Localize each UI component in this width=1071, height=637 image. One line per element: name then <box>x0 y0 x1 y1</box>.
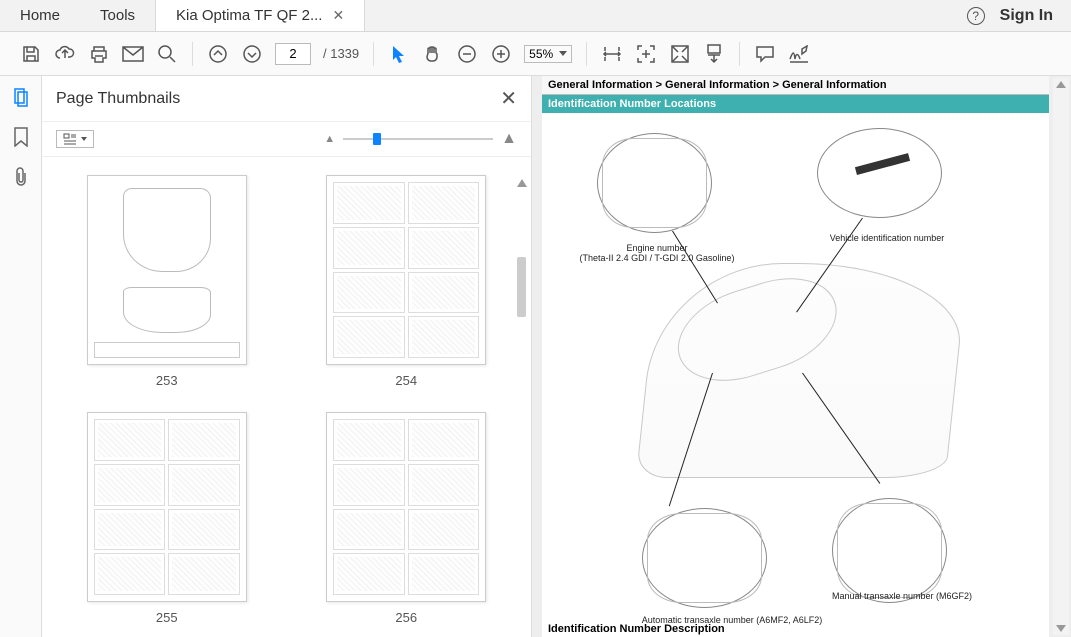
hand-icon[interactable] <box>422 43 444 65</box>
small-thumb-icon: ▲ <box>324 133 335 145</box>
sign-icon[interactable] <box>788 43 810 65</box>
help-icon[interactable]: ? <box>967 7 985 25</box>
thumbnail-size-slider[interactable]: ▲ ▲ <box>324 130 517 148</box>
thumbnail-scrollbar[interactable] <box>517 167 527 637</box>
top-right: ? Sign In <box>967 0 1071 31</box>
callout-engine <box>597 133 712 233</box>
zoom-in-icon[interactable] <box>490 43 512 65</box>
tab-file[interactable]: Kia Optima TF QF 2... ✕ <box>155 0 365 31</box>
pointer-icon[interactable] <box>388 43 410 65</box>
label-manual: Manual transaxle number (M6GF2) <box>817 591 987 601</box>
fit-page-icon[interactable] <box>635 43 657 65</box>
thumbnail-number: 256 <box>395 610 417 625</box>
fullscreen-icon[interactable] <box>669 43 691 65</box>
close-panel-icon[interactable]: ✕ <box>500 86 517 111</box>
thumbnails-rail-icon[interactable] <box>10 86 32 108</box>
tab-tools[interactable]: Tools <box>80 0 155 31</box>
toolbar: / 1339 55% <box>0 32 1071 76</box>
large-thumb-icon: ▲ <box>501 130 517 148</box>
close-icon[interactable]: ✕ <box>332 7 344 24</box>
thumbnail-item[interactable]: 256 <box>302 412 512 625</box>
thumbnail-item[interactable]: 254 <box>302 175 512 388</box>
document-page: General Information > General Informatio… <box>542 76 1049 637</box>
section-title: Identification Number Locations <box>542 95 1049 113</box>
page-number-input[interactable] <box>275 43 311 65</box>
tab-file-label: Kia Optima TF QF 2... <box>176 7 322 24</box>
car-outline <box>647 263 957 478</box>
main: Page Thumbnails ✕ ▲ ▲ 253 <box>0 76 1071 637</box>
thumbnail-item[interactable]: 253 <box>62 175 272 388</box>
thumbnail-panel: Page Thumbnails ✕ ▲ ▲ 253 <box>42 76 532 637</box>
thumbnail-number: 254 <box>395 373 417 388</box>
zoom-select[interactable]: 55% <box>524 45 572 63</box>
tab-home[interactable]: Home <box>0 0 80 31</box>
diagram: Engine number(Theta-II 2.4 GDI / T-GDI 2… <box>542 113 1049 593</box>
panel-title: Page Thumbnails <box>56 90 180 108</box>
sign-in-button[interactable]: Sign In <box>1000 7 1053 25</box>
breadcrumb: General Information > General Informatio… <box>542 76 1049 95</box>
cloud-upload-icon[interactable] <box>54 43 76 65</box>
save-icon[interactable] <box>20 43 42 65</box>
thumbnail-number: 253 <box>156 373 178 388</box>
scroll-mode-icon[interactable] <box>703 43 725 65</box>
thumbnail-item[interactable]: 255 <box>62 412 272 625</box>
email-icon[interactable] <box>122 43 144 65</box>
fit-width-icon[interactable] <box>601 43 623 65</box>
print-icon[interactable] <box>88 43 110 65</box>
thumbnail-grid[interactable]: 253 254 255 <box>42 157 531 637</box>
top-tabs: Home Tools Kia Optima TF QF 2... ✕ ? Sig… <box>0 0 1071 32</box>
document-area[interactable]: General Information > General Informatio… <box>532 76 1071 637</box>
callout-auto-transaxle <box>642 508 767 608</box>
document-scrollbar[interactable] <box>1053 78 1069 635</box>
label-engine: Engine number(Theta-II 2.4 GDI / T-GDI 2… <box>567 243 747 263</box>
left-rail <box>0 76 42 637</box>
zoom-out-icon[interactable] <box>456 43 478 65</box>
attachment-rail-icon[interactable] <box>10 166 32 188</box>
callout-manual-transaxle <box>832 498 947 603</box>
search-icon[interactable] <box>156 43 178 65</box>
bookmark-rail-icon[interactable] <box>10 126 32 148</box>
subheading: Identification Number Description <box>542 621 731 637</box>
thumbnail-options[interactable] <box>56 130 94 148</box>
page-total: / 1339 <box>323 46 359 61</box>
thumbnail-number: 255 <box>156 610 178 625</box>
page-down-icon[interactable] <box>241 43 263 65</box>
comment-icon[interactable] <box>754 43 776 65</box>
label-vin: Vehicle identification number <box>807 233 967 243</box>
page-up-icon[interactable] <box>207 43 229 65</box>
callout-vin <box>817 128 942 218</box>
